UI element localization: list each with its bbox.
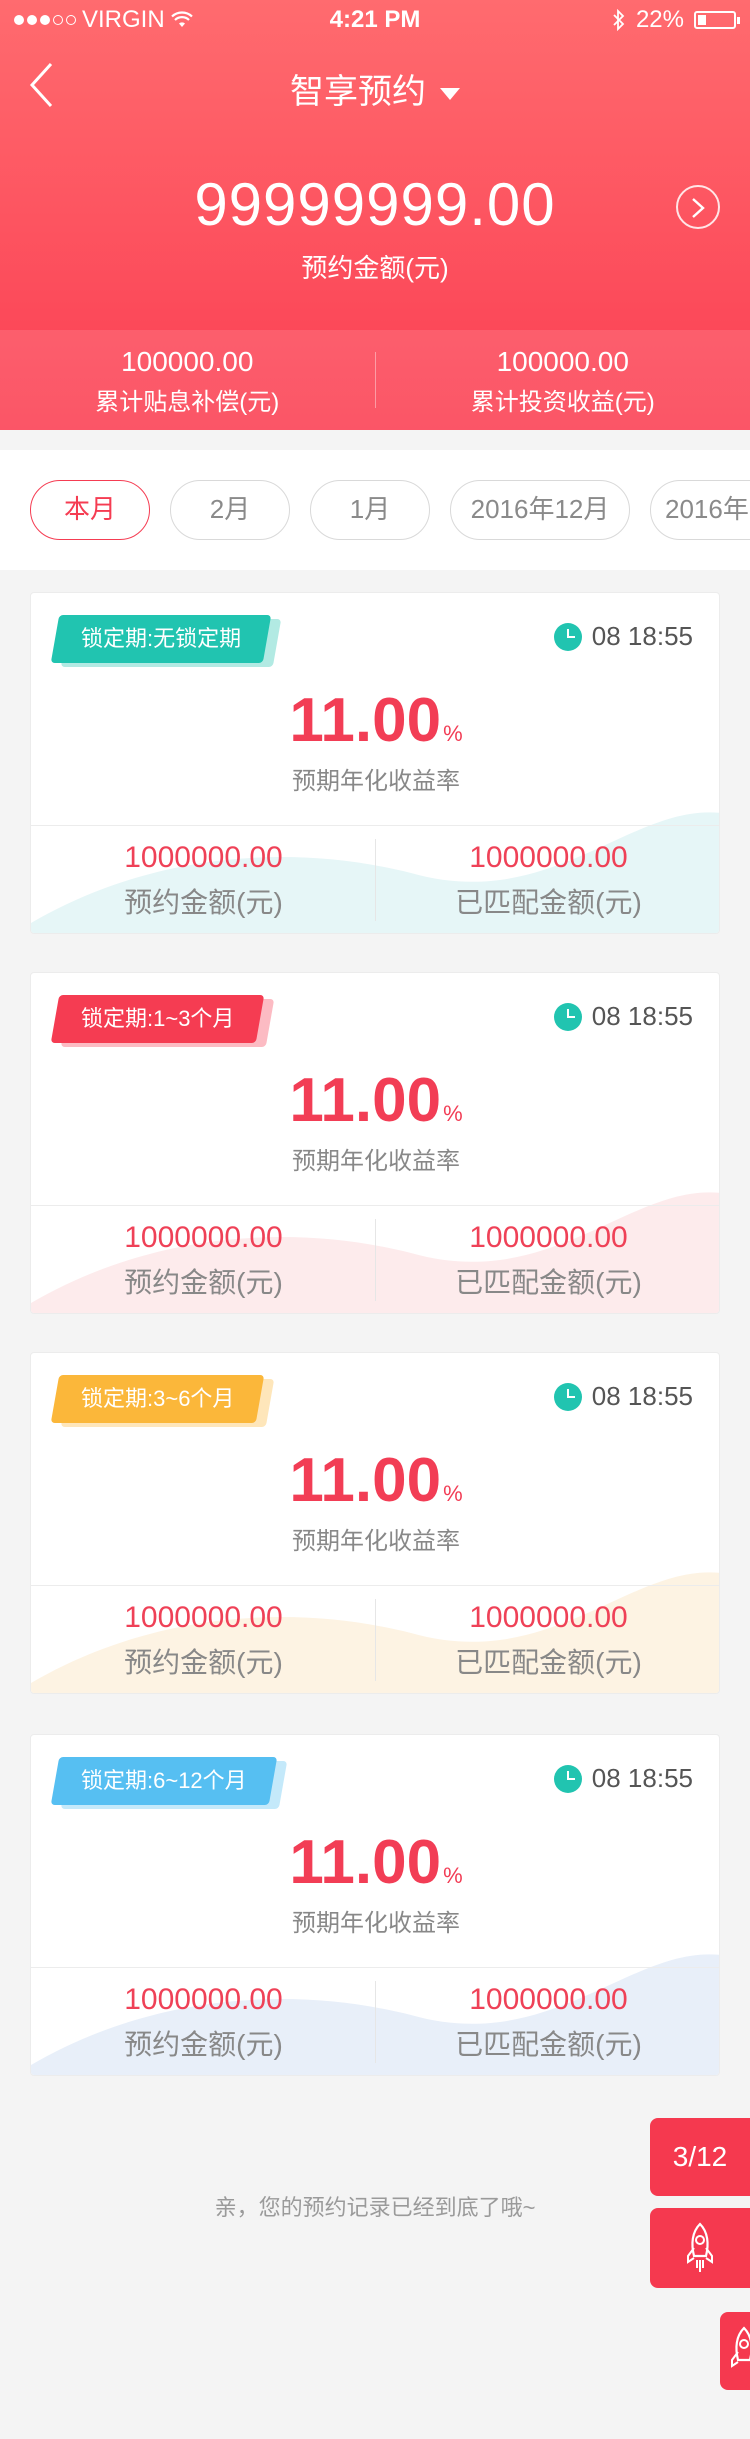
lock-period-label: 锁定期:1~3个月 (81, 1006, 235, 1031)
header: VIRGIN 4:21 PM 22% 智享预约 99999999.00 预约金额 (0, 0, 750, 430)
lock-period-label: 锁定期:6~12个月 (81, 1768, 247, 1793)
time-text: 08 18:55 (591, 1381, 693, 1411)
reserved-amount: 1000000.00 (124, 841, 283, 874)
card-time: 08 18:55 (553, 1763, 693, 1794)
bluetooth-icon (613, 9, 625, 31)
reserved-amount: 1000000.00 (124, 1601, 283, 1634)
status-bar: VIRGIN 4:21 PM 22% (0, 0, 750, 40)
nav-bar: 智享预约 (0, 40, 750, 130)
time-text: 08 18:55 (591, 1763, 693, 1793)
end-of-list-text: 亲，您的预约记录已经到底了哦~ (214, 2195, 536, 2220)
battery-icon (694, 11, 740, 29)
tab-dec-2016[interactable]: 2016年12月 (450, 480, 630, 540)
clock-icon (553, 622, 582, 651)
rate-value: 11.00% (31, 1445, 719, 1516)
title-dropdown[interactable]: 智享预约 (0, 64, 750, 113)
rate-unit: % (443, 1481, 463, 1506)
matched-amount: 1000000.00 (469, 1601, 628, 1634)
stat-value: 100000.00 (121, 346, 254, 377)
clock-icon (553, 1764, 582, 1793)
divider (31, 1585, 719, 1586)
reservation-card[interactable]: 锁定期:6~12个月 08 18:55 11.00% 预期年化收益率 10000… (30, 1734, 720, 2076)
detail-arrow-button[interactable] (676, 185, 720, 229)
page-indicator-button[interactable]: 3/12 (650, 2118, 750, 2196)
rocket-icon (687, 2222, 713, 2272)
back-to-top-button[interactable] (650, 2208, 750, 2288)
matched-amount-label: 已匹配金额(元) (455, 887, 642, 918)
reserved-amount-label: 预约金额(元) (124, 1267, 283, 1298)
lock-period-label: 锁定期:3~6个月 (81, 1386, 235, 1411)
total-amount-label: 预约金额(元) (301, 253, 449, 283)
reservation-card[interactable]: 锁定期:1~3个月 08 18:55 11.00% 预期年化收益率 100000… (30, 972, 720, 1314)
month-tabs: 本月 2月 1月 2016年12月 2016年 (0, 450, 750, 570)
card-time: 08 18:55 (553, 1381, 693, 1412)
stat-label: 累计投资收益(元) (470, 389, 655, 416)
rate-number: 11.00 (289, 1446, 442, 1515)
reserved-amount: 1000000.00 (124, 1983, 283, 2016)
matched-amount: 1000000.00 (469, 1221, 628, 1254)
tab-feb[interactable]: 2月 (170, 480, 290, 540)
reservation-card[interactable]: 锁定期:3~6个月 08 18:55 11.00% 预期年化收益率 100000… (30, 1352, 720, 1694)
reserved-amount: 1000000.00 (124, 1221, 283, 1254)
card-time: 08 18:55 (553, 621, 693, 652)
time-text: 08 18:55 (591, 1001, 693, 1031)
divider (31, 825, 719, 826)
reserved-amount-label: 预约金额(元) (124, 2029, 283, 2060)
rate-value: 11.00% (31, 1065, 719, 1136)
rate-unit: % (443, 1101, 463, 1126)
clock-icon (553, 1382, 582, 1411)
rate-unit: % (443, 721, 463, 746)
badge-face: 锁定期:无锁定期 (50, 615, 272, 663)
divider (31, 1967, 719, 1968)
stat-value: 100000.00 (496, 346, 629, 377)
stat-income: 100000.00 累计投资收益(元) (376, 330, 750, 430)
matched-amount: 1000000.00 (469, 841, 628, 874)
tab-this-month[interactable]: 本月 (30, 480, 150, 540)
reserved-amount-label: 预约金额(元) (124, 887, 283, 918)
clock-icon (553, 1002, 582, 1031)
rocket-button[interactable] (720, 2312, 750, 2390)
rate-value: 11.00% (31, 1827, 719, 1898)
rate-label: 预期年化收益率 (292, 768, 460, 795)
chevron-right-icon (692, 198, 705, 218)
total-amount: 99999999.00 (194, 171, 556, 238)
reserved-amount-label: 预约金额(元) (124, 1647, 283, 1678)
tab-jan[interactable]: 1月 (310, 480, 430, 540)
badge-face: 锁定期:1~3个月 (50, 995, 265, 1043)
rate-number: 11.00 (289, 1828, 442, 1897)
matched-amount-label: 已匹配金额(元) (455, 1267, 642, 1298)
stats-bar: 100000.00 累计贴息补偿(元) 100000.00 累计投资收益(元) (0, 330, 750, 430)
caret-down-icon (440, 88, 460, 101)
battery-percent: 22% (635, 6, 684, 33)
divider (31, 1205, 719, 1206)
rate-value: 11.00% (31, 685, 719, 756)
time-text: 08 18:55 (591, 621, 693, 651)
matched-amount: 1000000.00 (469, 1983, 628, 2016)
page-title: 智享预约 (290, 73, 426, 111)
card-time: 08 18:55 (553, 1001, 693, 1032)
stat-subsidy: 100000.00 累计贴息补偿(元) (0, 330, 375, 430)
rocket-icon (731, 2326, 750, 2368)
stat-label: 累计贴息补偿(元) (95, 389, 280, 416)
matched-amount-label: 已匹配金额(元) (455, 1647, 642, 1678)
rate-label: 预期年化收益率 (292, 1528, 460, 1555)
lock-period-label: 锁定期:无锁定期 (81, 626, 242, 651)
reservation-card[interactable]: 锁定期:无锁定期 08 18:55 11.00% 预期年化收益率 1000000… (30, 592, 720, 934)
matched-amount-label: 已匹配金额(元) (455, 2029, 642, 2060)
badge-face: 锁定期:6~12个月 (50, 1757, 277, 1805)
tab-2016[interactable]: 2016年 (650, 480, 750, 540)
badge-face: 锁定期:3~6个月 (50, 1375, 265, 1423)
status-right: 22% (612, 6, 740, 34)
rate-label: 预期年化收益率 (292, 1910, 460, 1937)
rate-unit: % (443, 1863, 463, 1888)
rate-label: 预期年化收益率 (292, 1148, 460, 1175)
rate-number: 11.00 (289, 686, 442, 755)
rate-number: 11.00 (289, 1066, 442, 1135)
